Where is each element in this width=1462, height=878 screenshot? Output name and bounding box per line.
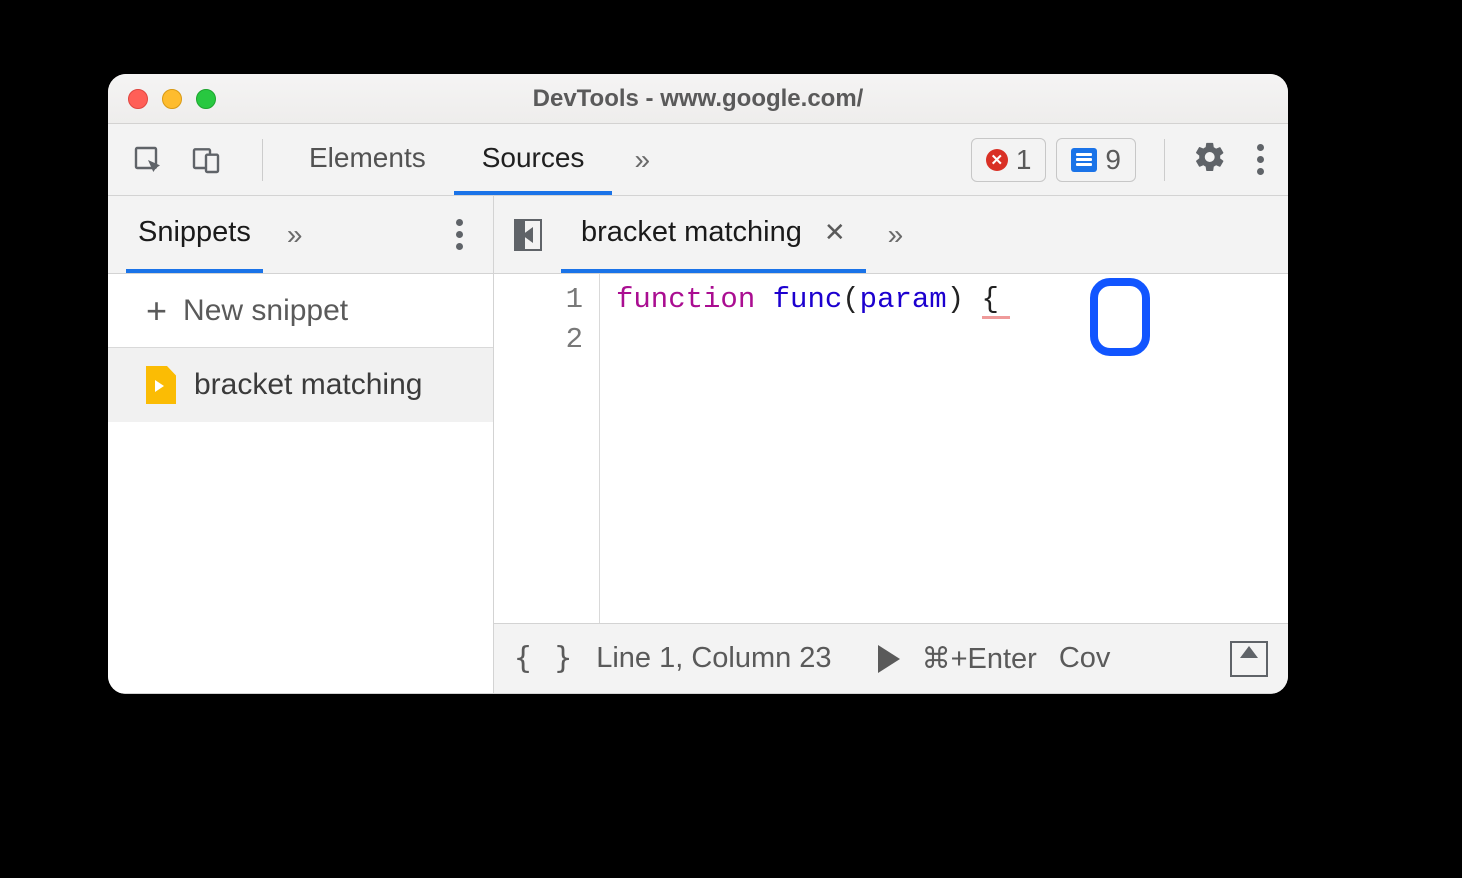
body: Snippets » + New snippet bracket matchin… xyxy=(108,196,1288,694)
plus-icon: + xyxy=(146,290,167,332)
editor-pane: bracket matching ✕ » 1 2 function func(p… xyxy=(494,196,1288,693)
file-tab-label: bracket matching xyxy=(581,216,802,249)
token-function-name: func xyxy=(773,283,843,316)
snippet-name: bracket matching xyxy=(194,368,422,402)
navigator-pane: Snippets » + New snippet bracket matchin… xyxy=(108,196,494,693)
new-snippet-label: New snippet xyxy=(183,294,348,328)
snippet-file-icon xyxy=(146,366,176,404)
error-icon: ✕ xyxy=(986,149,1008,171)
panel-tabs: Elements Sources » xyxy=(281,124,672,195)
token-close-paren: ) xyxy=(947,283,964,316)
minimize-window-button[interactable] xyxy=(162,89,182,109)
divider xyxy=(1164,139,1165,181)
zoom-window-button[interactable] xyxy=(196,89,216,109)
message-badge[interactable]: 9 xyxy=(1056,138,1136,182)
window-title: DevTools - www.google.com/ xyxy=(533,85,864,113)
message-count: 9 xyxy=(1105,144,1121,176)
tab-snippets[interactable]: Snippets xyxy=(126,196,263,273)
toggle-navigator-icon[interactable] xyxy=(504,219,543,251)
more-options-icon[interactable] xyxy=(1247,144,1274,175)
close-window-button[interactable] xyxy=(128,89,148,109)
status-bar: { } Line 1, Column 23 ⌘+Enter Cov xyxy=(494,623,1288,693)
main-toolbar: Elements Sources » ✕ 1 9 xyxy=(108,124,1288,196)
error-count: 1 xyxy=(1016,144,1032,176)
more-navigator-tabs-icon[interactable]: » xyxy=(263,219,323,251)
inspect-element-icon[interactable] xyxy=(128,140,168,180)
file-tab[interactable]: bracket matching ✕ xyxy=(561,196,866,273)
toolbar-right: ✕ 1 9 xyxy=(971,138,1274,182)
error-underline xyxy=(982,316,1010,319)
annotation-highlight xyxy=(1090,278,1150,356)
tab-elements[interactable]: Elements xyxy=(281,124,454,195)
devtools-window: DevTools - www.google.com/ Elements Sour… xyxy=(108,74,1288,694)
pretty-print-icon[interactable]: { } xyxy=(514,641,574,676)
coverage-label[interactable]: Cov xyxy=(1059,642,1111,675)
navigator-tabs: Snippets » xyxy=(108,196,493,274)
message-icon xyxy=(1071,148,1097,172)
settings-icon[interactable] xyxy=(1193,140,1227,179)
token-open-paren: ( xyxy=(842,283,859,316)
close-tab-icon[interactable]: ✕ xyxy=(824,217,846,248)
more-tabs-icon[interactable]: » xyxy=(612,124,672,195)
token-param: param xyxy=(860,283,947,316)
line-number: 2 xyxy=(494,320,583,360)
cursor-position: Line 1, Column 23 xyxy=(596,642,831,675)
traffic-lights xyxy=(128,89,216,109)
line-number: 1 xyxy=(494,280,583,320)
error-badge[interactable]: ✕ 1 xyxy=(971,138,1047,182)
token-keyword: function xyxy=(616,283,755,316)
code-content[interactable]: function func(param) { xyxy=(600,274,999,623)
divider xyxy=(262,139,263,181)
line-gutter: 1 2 xyxy=(494,274,600,623)
device-toggle-icon[interactable] xyxy=(186,140,226,180)
tab-sources[interactable]: Sources xyxy=(454,124,613,195)
run-snippet-icon[interactable] xyxy=(878,645,900,673)
run-shortcut: ⌘+Enter xyxy=(922,641,1037,676)
more-file-tabs-icon[interactable]: » xyxy=(866,219,926,251)
drawer-toggle-icon[interactable] xyxy=(1230,641,1268,677)
code-editor[interactable]: 1 2 function func(param) { xyxy=(494,274,1288,623)
new-snippet-button[interactable]: + New snippet xyxy=(108,274,493,348)
token-brace: { xyxy=(982,283,999,316)
file-tabs: bracket matching ✕ » xyxy=(494,196,1288,274)
titlebar: DevTools - www.google.com/ xyxy=(108,74,1288,124)
navigator-options-icon[interactable] xyxy=(446,219,473,250)
snippet-item[interactable]: bracket matching xyxy=(108,348,493,422)
